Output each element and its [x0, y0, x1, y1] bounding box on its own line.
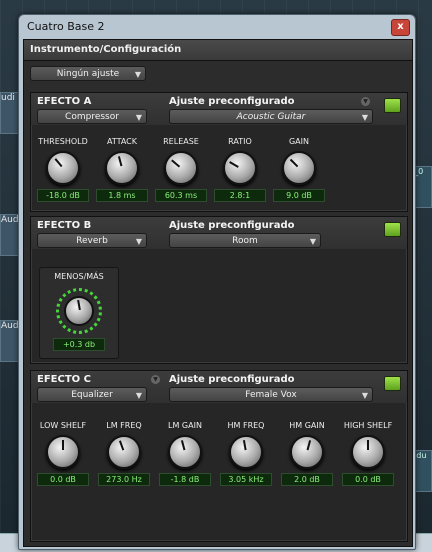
threshold-knob[interactable]	[46, 151, 80, 185]
track-strip: Audi	[0, 320, 21, 362]
effect-a-type: Compressor	[65, 112, 119, 122]
knob-value: 1.8 ms	[96, 189, 148, 202]
title-bar[interactable]: Cuatro Base 2 x	[19, 15, 415, 39]
ratio-knob[interactable]	[223, 151, 257, 185]
release-control: RELEASE 60.3 ms	[153, 137, 209, 202]
plugin-header: Instrumento/Configuración	[24, 40, 412, 61]
effect-a-section: EFECTO A Ajuste preconfigurado ▼ Compres…	[30, 92, 408, 212]
chevron-down-icon: ▼	[309, 237, 316, 246]
knob-label: GAIN	[288, 137, 309, 146]
window-title: Cuatro Base 2	[27, 20, 105, 33]
effect-c-label: EFECTO C	[37, 374, 91, 385]
attack-knob[interactable]	[105, 151, 139, 185]
effect-c-header: EFECTO C Ajuste preconfigurado ▼ Equaliz…	[31, 371, 407, 403]
effect-a-preset-label: Ajuste preconfigurado	[169, 96, 295, 107]
effect-b-enable-toggle[interactable]	[384, 222, 401, 237]
hm-gain-knob[interactable]	[290, 435, 324, 469]
chevron-down-icon: ▼	[361, 391, 368, 400]
effect-a-preset: Acoustic Guitar	[236, 112, 306, 122]
reverb-mix-knob[interactable]	[56, 288, 102, 334]
knob-value: 0.0 dB	[37, 473, 89, 486]
knob-value: +0.3 db	[53, 338, 105, 351]
chevron-down-icon: ▼	[361, 113, 368, 122]
effect-a-enable-toggle[interactable]	[384, 98, 401, 113]
release-knob[interactable]	[164, 151, 198, 185]
knob-value: 273.0 Hz	[98, 473, 150, 486]
knob-value: 2.8:1	[214, 189, 266, 202]
hm-gain-control: HM GAIN 2.0 dB	[279, 421, 335, 486]
hm-freq-knob[interactable]	[229, 435, 263, 469]
knob-label: LM FREQ	[106, 421, 142, 430]
knob-label: MENOS/MÁS	[54, 272, 104, 281]
knob-label: LM GAIN	[168, 421, 202, 430]
effect-c-preset: Female Vox	[245, 390, 297, 400]
lm-gain-control: LM GAIN -1.8 dB	[157, 421, 213, 486]
collapse-icon[interactable]: ▼	[151, 375, 160, 384]
lm-freq-control: LM FREQ 273.0 Hz	[96, 421, 152, 486]
effect-c-type: Equalizer	[71, 390, 113, 400]
knob-label: HM GAIN	[289, 421, 325, 430]
attack-control: ATTACK 1.8 ms	[94, 137, 150, 202]
knob-label: HIGH SHELF	[343, 421, 393, 430]
low-shelf-knob[interactable]	[46, 435, 80, 469]
effect-c-preset-dropdown[interactable]: Female Vox ▼	[169, 387, 373, 402]
knob-value: -18.0 dB	[37, 189, 89, 202]
effect-c-section: EFECTO C Ajuste preconfigurado ▼ Equaliz…	[30, 370, 408, 542]
close-button[interactable]: x	[391, 19, 410, 36]
collapse-icon[interactable]: ▼	[361, 97, 370, 106]
chevron-down-icon: ▼	[135, 113, 142, 122]
effect-b-preset-dropdown[interactable]: Room ▼	[169, 233, 321, 248]
threshold-control: THRESHOLD -18.0 dB	[35, 137, 91, 202]
gain-control: GAIN 9.0 dB	[271, 137, 327, 202]
knob-value: 2.0 dB	[281, 473, 333, 486]
effect-b-type: Reverb	[76, 236, 108, 246]
effect-b-label: EFECTO B	[37, 220, 92, 231]
effect-a-header: EFECTO A Ajuste preconfigurado ▼ Compres…	[31, 93, 407, 125]
chevron-down-icon: ▼	[135, 237, 142, 246]
chevron-down-icon: ▼	[134, 70, 141, 79]
effect-b-preset-label: Ajuste preconfigurado	[169, 220, 295, 231]
knob-label: HM FREQ	[227, 421, 265, 430]
knob-value: 60.3 ms	[155, 189, 207, 202]
knob-value: 9.0 dB	[273, 189, 325, 202]
knob-label: THRESHOLD	[38, 137, 88, 146]
knob-label: RATIO	[228, 137, 252, 146]
knob-value: -1.8 dB	[159, 473, 211, 486]
effect-a-label: EFECTO A	[37, 96, 92, 107]
low-shelf-control: LOW SHELF 0.0 dB	[35, 421, 91, 486]
knob-label: ATTACK	[106, 137, 138, 146]
ratio-control: RATIO 2.8:1	[212, 137, 268, 202]
effect-c-enable-toggle[interactable]	[384, 376, 401, 391]
reverb-mix-control: MENOS/MÁS +0.3 db	[39, 267, 119, 359]
effect-b-preset: Room	[232, 236, 258, 246]
plugin-window: Cuatro Base 2 x Instrumento/Configuració…	[18, 14, 416, 550]
knob-label: RELEASE	[163, 137, 199, 146]
effect-a-type-dropdown[interactable]: Compressor ▼	[37, 109, 147, 124]
hm-freq-control: HM FREQ 3.05 kHz	[218, 421, 274, 486]
knob-value: 3.05 kHz	[220, 473, 272, 486]
preset-menu-dropdown[interactable]: Ningún ajuste ▼	[30, 66, 146, 81]
effect-c-type-dropdown[interactable]: Equalizer ▼	[37, 387, 147, 402]
header-title: Instrumento/Configuración	[30, 44, 182, 55]
knob-value: 0.0 dB	[342, 473, 394, 486]
knob-label: LOW SHELF	[39, 421, 87, 430]
lm-gain-knob[interactable]	[168, 435, 202, 469]
lm-freq-knob[interactable]	[107, 435, 141, 469]
gain-knob[interactable]	[282, 151, 316, 185]
effect-b-section: EFECTO B Ajuste preconfigurado Reverb ▼ R…	[30, 216, 408, 364]
track-strip: udi	[0, 92, 20, 134]
effect-a-preset-dropdown[interactable]: Acoustic Guitar ▼	[169, 109, 373, 124]
track-strip: Audi	[0, 214, 21, 256]
effect-b-type-dropdown[interactable]: Reverb ▼	[37, 233, 147, 248]
preset-menu-label: Ningún ajuste	[56, 69, 120, 79]
effect-b-header: EFECTO B Ajuste preconfigurado Reverb ▼ R…	[31, 217, 407, 249]
chevron-down-icon: ▼	[135, 391, 142, 400]
high-shelf-control: HIGH SHELF 0.0 dB	[340, 421, 396, 486]
close-icon: x	[397, 21, 404, 32]
plugin-panel: Instrumento/Configuración Ningún ajuste ▼…	[23, 39, 413, 547]
effect-c-preset-label: Ajuste preconfigurado	[169, 374, 295, 385]
high-shelf-knob[interactable]	[351, 435, 385, 469]
